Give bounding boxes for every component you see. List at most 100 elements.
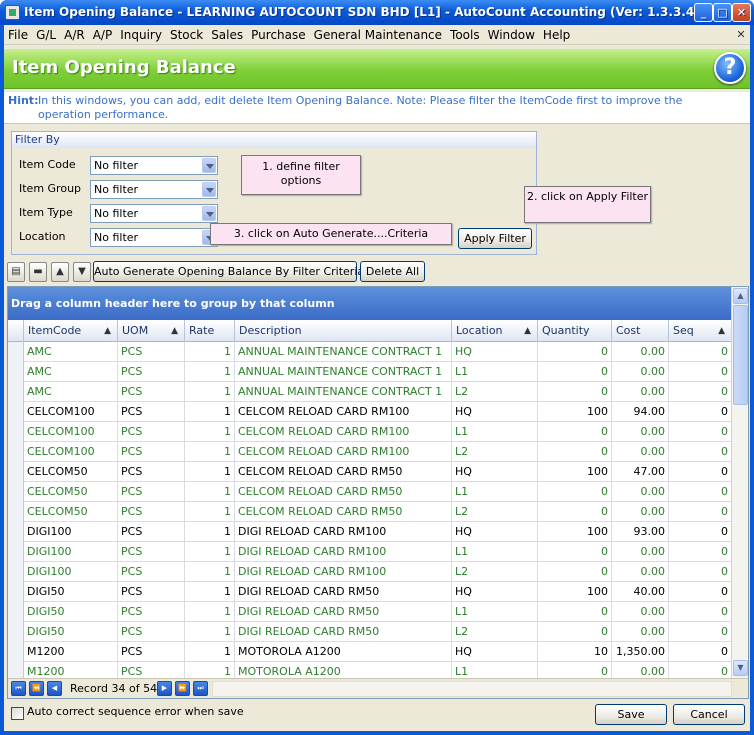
cell-quantity[interactable]: 0 [538,422,612,442]
last-record-icon[interactable]: ⏭ [193,681,208,696]
app-icon[interactable] [5,5,20,20]
cell-rate[interactable]: 1 [185,542,235,562]
column-header-location[interactable]: Location ▲ [452,320,538,342]
cell-itemcode[interactable]: DIGI50 [24,622,118,642]
cell-seq[interactable]: 0 [669,602,732,622]
cell-description[interactable]: ANNUAL MAINTENANCE CONTRACT 1 [235,362,452,382]
cell-quantity[interactable]: 0 [538,382,612,402]
new-icon[interactable]: ▤ [7,262,25,282]
cell-quantity[interactable]: 100 [538,582,612,602]
column-header-itemcode[interactable]: ItemCode ▲ [24,320,118,342]
cell-itemcode[interactable]: AMC [24,362,118,382]
move-down-icon[interactable]: ▼ [73,262,91,282]
dropdown-arrow-icon[interactable] [202,182,216,197]
cell-location[interactable]: L2 [452,442,538,462]
menu-gl[interactable]: G/L [32,25,60,45]
scroll-down-icon[interactable]: ▼ [733,660,748,676]
item-type-combo[interactable]: No filter [90,204,218,223]
table-row[interactable]: CELCOM100 PCS 1 CELCOM RELOAD CARD RM100 L2 0… [8,442,732,462]
table-row[interactable]: DIGI100 PCS 1 DIGI RELOAD CARD RM100 L1 0 0.00… [8,542,732,562]
cell-description[interactable]: ANNUAL MAINTENANCE CONTRACT 1 [235,382,452,402]
cell-seq[interactable]: 0 [669,422,732,442]
cell-description[interactable]: CELCOM RELOAD CARD RM100 [235,422,452,442]
cell-location[interactable]: L2 [452,382,538,402]
cell-quantity[interactable]: 0 [538,482,612,502]
cell-quantity[interactable]: 0 [538,342,612,362]
cell-seq[interactable]: 0 [669,522,732,542]
help-icon[interactable]: ? [714,52,746,84]
cell-location[interactable]: L1 [452,662,538,678]
row-selector[interactable] [8,602,24,622]
column-header-rate[interactable]: Rate [185,320,235,342]
cell-seq[interactable]: 0 [669,642,732,662]
cell-cost[interactable]: 0.00 [612,622,669,642]
cell-uom[interactable]: PCS [118,442,185,462]
row-selector[interactable] [8,502,24,522]
cell-cost[interactable]: 0.00 [612,542,669,562]
cell-location[interactable]: HQ [452,402,538,422]
cell-rate[interactable]: 1 [185,622,235,642]
cell-itemcode[interactable]: M1200 [24,642,118,662]
row-selector[interactable] [8,542,24,562]
row-selector[interactable] [8,402,24,422]
cell-rate[interactable]: 1 [185,382,235,402]
row-selector[interactable] [8,622,24,642]
cell-cost[interactable]: 0.00 [612,602,669,622]
cancel-button[interactable]: Cancel [673,704,745,725]
cell-uom[interactable]: PCS [118,582,185,602]
cell-itemcode[interactable]: CELCOM100 [24,402,118,422]
cell-description[interactable]: DIGI RELOAD CARD RM100 [235,542,452,562]
menu-window[interactable]: Window [484,25,539,45]
cell-uom[interactable]: PCS [118,402,185,422]
cell-seq[interactable]: 0 [669,382,732,402]
row-selector[interactable] [8,482,24,502]
menu-general-maintenance[interactable]: General Maintenance [310,25,446,45]
cell-description[interactable]: ANNUAL MAINTENANCE CONTRACT 1 [235,342,452,362]
cell-seq[interactable]: 0 [669,342,732,362]
cell-quantity[interactable]: 0 [538,662,612,678]
cell-seq[interactable]: 0 [669,442,732,462]
cell-description[interactable]: CELCOM RELOAD CARD RM50 [235,482,452,502]
cell-location[interactable]: L2 [452,622,538,642]
cell-location[interactable]: HQ [452,522,538,542]
cell-uom[interactable]: PCS [118,422,185,442]
scroll-thumb[interactable] [733,305,748,405]
cell-itemcode[interactable]: DIGI100 [24,522,118,542]
cell-rate[interactable]: 1 [185,422,235,442]
cell-seq[interactable]: 0 [669,462,732,482]
move-up-icon[interactable]: ▲ [51,262,69,282]
table-row[interactable]: CELCOM50 PCS 1 CELCOM RELOAD CARD RM50 L2 0 0.… [8,502,732,522]
prev-record-icon[interactable]: ◀ [47,681,62,696]
cell-itemcode[interactable]: M1200 [24,662,118,678]
location-combo[interactable]: No filter [90,228,218,247]
cell-rate[interactable]: 1 [185,362,235,382]
cell-uom[interactable]: PCS [118,362,185,382]
cell-cost[interactable]: 0.00 [612,442,669,462]
cell-rate[interactable]: 1 [185,642,235,662]
cell-description[interactable]: MOTOROLA A1200 [235,642,452,662]
row-selector[interactable] [8,582,24,602]
first-record-icon[interactable]: ⏮ [11,681,26,696]
cell-location[interactable]: L2 [452,502,538,522]
cell-location[interactable]: L1 [452,422,538,442]
cell-itemcode[interactable]: DIGI50 [24,602,118,622]
cell-uom[interactable]: PCS [118,482,185,502]
cell-rate[interactable]: 1 [185,602,235,622]
cell-seq[interactable]: 0 [669,582,732,602]
table-row[interactable]: M1200 PCS 1 MOTOROLA A1200 L1 0 0.00 0 [8,662,732,678]
table-row[interactable]: AMC PCS 1 ANNUAL MAINTENANCE CONTRACT 1 HQ 0 0… [8,342,732,362]
cell-uom[interactable]: PCS [118,502,185,522]
cell-seq[interactable]: 0 [669,622,732,642]
cell-uom[interactable]: PCS [118,522,185,542]
cell-itemcode[interactable]: CELCOM100 [24,422,118,442]
cell-itemcode[interactable]: AMC [24,342,118,362]
cell-rate[interactable]: 1 [185,502,235,522]
cell-cost[interactable]: 0.00 [612,422,669,442]
column-header-uom[interactable]: UOM ▲ [118,320,185,342]
item-code-combo[interactable]: No filter [90,156,218,175]
cell-seq[interactable]: 0 [669,362,732,382]
row-selector[interactable] [8,382,24,402]
cell-location[interactable]: L1 [452,602,538,622]
column-header-quantity[interactable]: Quantity [538,320,612,342]
table-row[interactable]: DIGI100 PCS 1 DIGI RELOAD CARD RM100 HQ 100 93… [8,522,732,542]
